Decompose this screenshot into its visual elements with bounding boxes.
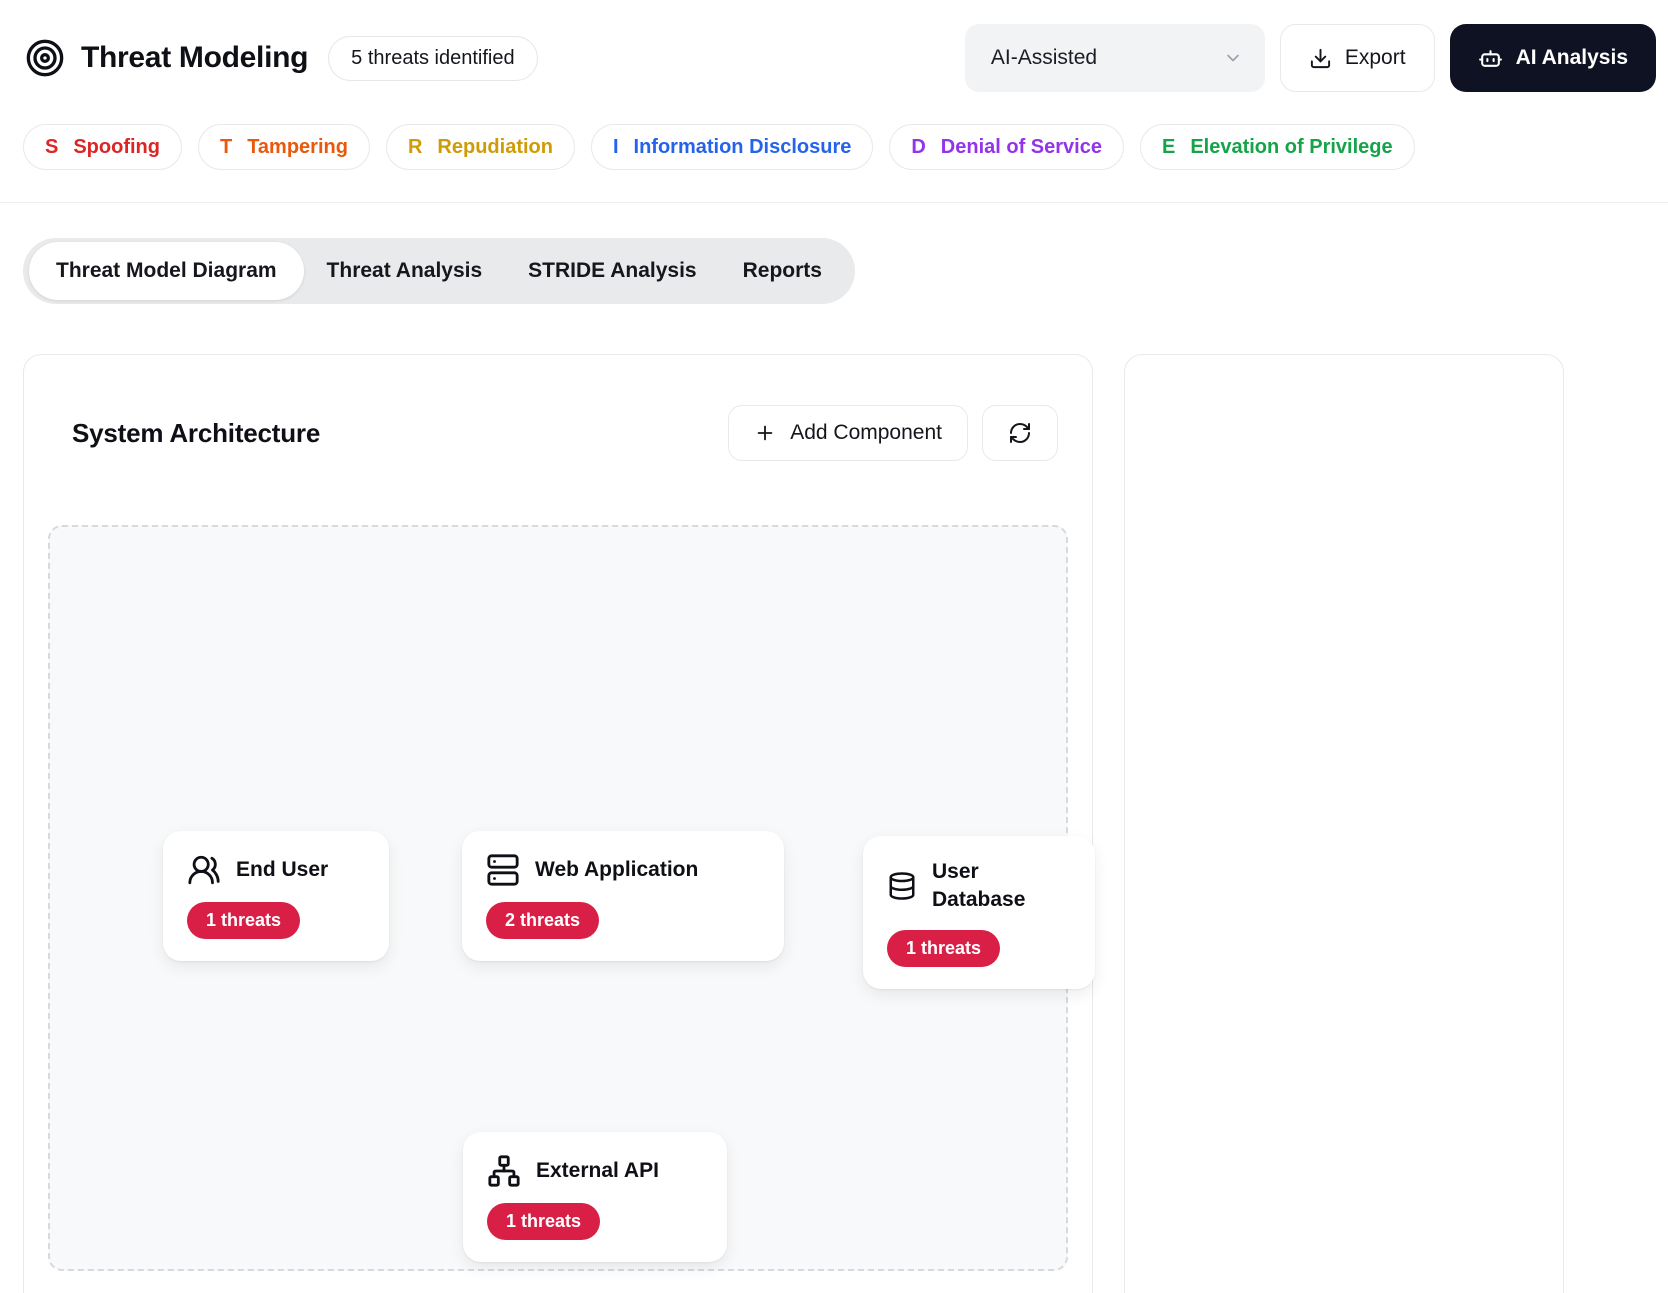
component-header: User Database [887,858,1071,915]
stride-letter: T [220,136,232,159]
stride-label: Denial of Service [941,136,1102,159]
tab-threat-model-diagram[interactable]: Threat Model Diagram [29,242,304,300]
stride-letter: I [613,136,619,159]
export-button-label: Export [1345,46,1406,70]
app-header: Threat Modeling 5 threats identified AI-… [23,22,1656,94]
refresh-button[interactable] [982,405,1058,461]
stride-letter: D [911,136,925,159]
add-component-button[interactable]: Add Component [728,405,968,461]
download-icon [1309,47,1332,70]
component-end-user[interactable]: End User 1 threats [163,831,389,961]
stride-badge-denial-of-service: D Denial of Service [889,124,1124,170]
stride-letter: E [1162,136,1175,159]
tab-threat-analysis[interactable]: Threat Analysis [304,244,506,298]
stride-letter: R [408,136,422,159]
stride-label: Information Disclosure [634,136,852,159]
stride-letter: S [45,136,58,159]
users-icon [187,853,221,887]
stride-badge-spoofing: S Spoofing [23,124,182,170]
system-architecture-panel: System Architecture Add Component [23,354,1093,1293]
ai-analysis-button-label: AI Analysis [1516,46,1628,70]
threat-count-badge: 2 threats [486,902,599,939]
threats-identified-badge: 5 threats identified [328,36,537,81]
tab-stride-analysis[interactable]: STRIDE Analysis [505,244,719,298]
stride-badge-repudiation: R Repudiation [386,124,575,170]
panel-title: System Architecture [72,418,320,449]
threat-count-badge: 1 threats [887,930,1000,967]
stride-label: Elevation of Privilege [1190,136,1392,159]
bot-icon [1478,46,1503,71]
component-name: External API [536,1157,659,1185]
mode-select[interactable]: AI-Assisted [965,24,1265,92]
network-icon [487,1154,521,1188]
component-name: User Database [932,858,1071,915]
chevron-down-icon [1223,48,1243,68]
export-button[interactable]: Export [1280,24,1435,92]
refresh-icon [1008,421,1032,445]
mode-select-value: AI-Assisted [991,46,1097,70]
section-divider [0,202,1668,203]
stride-badge-elevation-of-privilege: E Elevation of Privilege [1140,124,1415,170]
page-title: Threat Modeling [81,41,308,75]
component-header: Web Application [486,853,760,887]
threat-count-badge: 1 threats [187,902,300,939]
threat-count-badge: 1 threats [487,1203,600,1240]
stride-label: Spoofing [73,136,160,159]
panel-header: System Architecture Add Component [48,405,1068,461]
stride-legend: S Spoofing T Tampering R Repudiation I I… [23,124,1644,170]
component-web-application[interactable]: Web Application 2 threats [462,831,784,961]
plus-icon [754,422,776,444]
component-header: End User [187,853,365,887]
header-controls: AI-Assisted Export AI Analysis [965,24,1656,92]
database-icon [887,871,917,901]
threat-detail-panel [1124,354,1564,1293]
component-external-api[interactable]: External API 1 threats [463,1132,727,1262]
component-header: External API [487,1154,703,1188]
main-content: System Architecture Add Component [23,354,1668,1293]
server-icon [486,853,520,887]
target-icon [25,38,65,78]
diagram-canvas[interactable]: End User 1 threats Web Application 2 thr… [48,525,1068,1271]
panel-actions: Add Component [728,405,1058,461]
add-component-label: Add Component [790,421,942,445]
component-name: End User [236,856,328,884]
stride-label: Repudiation [437,136,553,159]
ai-analysis-button[interactable]: AI Analysis [1450,24,1656,92]
tab-bar: Threat Model Diagram Threat Analysis STR… [23,238,855,304]
stride-badge-tampering: T Tampering [198,124,370,170]
tab-reports[interactable]: Reports [720,244,845,298]
stride-label: Tampering [247,136,348,159]
stride-badge-information-disclosure: I Information Disclosure [591,124,873,170]
component-name: Web Application [535,856,698,884]
component-user-database[interactable]: User Database 1 threats [863,836,1095,989]
